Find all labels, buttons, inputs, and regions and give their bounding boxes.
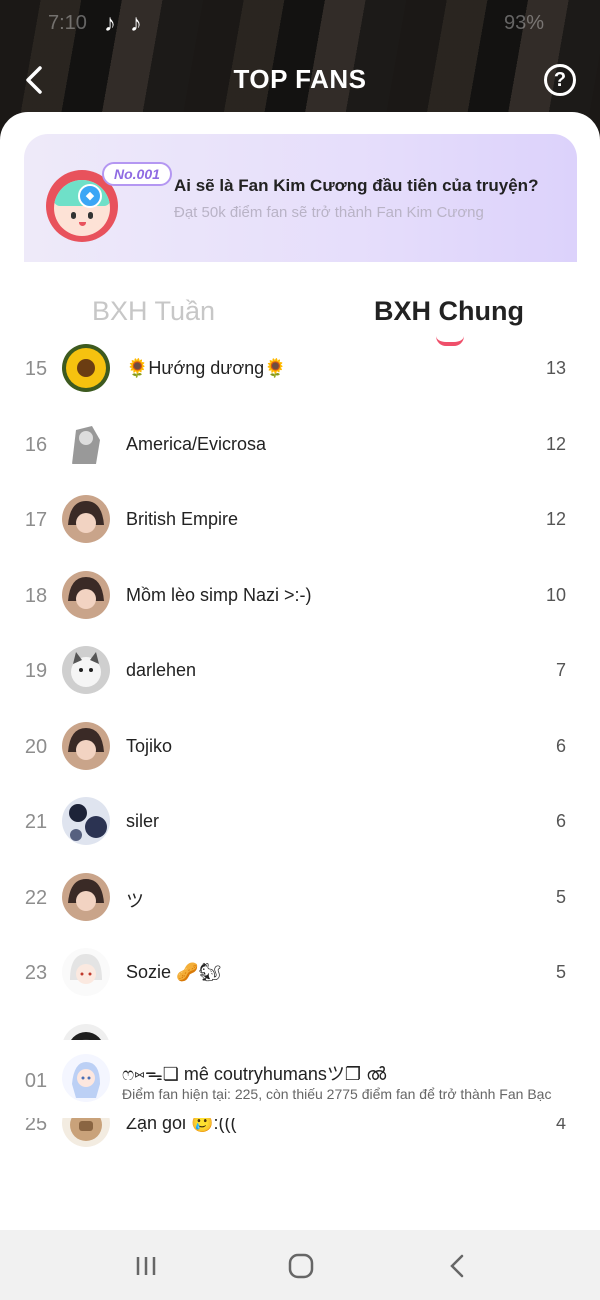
fan-avatar[interactable]	[62, 419, 110, 468]
fan-avatar[interactable]	[62, 344, 110, 392]
system-nav-bar	[0, 1230, 600, 1300]
fan-score: 6	[555, 811, 566, 831]
fan-row[interactable]: 18 Mồm lèo simp Nazi >:-) 10	[0, 557, 600, 632]
fan-rank: 18	[24, 584, 48, 607]
fan-name: 🌻Hướng dương🌻	[126, 358, 287, 378]
my-progress-text: Điểm fan hiện tại: 225, còn thiếu 2775 đ…	[122, 1086, 552, 1102]
battery-level: 93%	[503, 12, 544, 34]
fan-name: British Empire	[126, 509, 239, 529]
fan-avatar[interactable]	[62, 872, 110, 921]
fan-rank: 21	[24, 811, 48, 833]
fan-score: 5	[555, 962, 566, 982]
fan-score: 10	[545, 584, 566, 605]
fan-name: Mồm lèo simp Nazi >:-)	[126, 584, 312, 605]
fan-row[interactable]: 19 darlehen 7	[0, 632, 600, 707]
fan-name: Sozie 🥜🐿	[126, 962, 222, 982]
tiktok-icon: ♪	[104, 10, 116, 37]
fan-name: ツ	[126, 890, 144, 911]
fan-score: 12	[545, 433, 566, 454]
home-icon[interactable]	[286, 1252, 316, 1280]
fan-avatar[interactable]	[62, 721, 110, 770]
fan-row[interactable]: 17 British Empire 12	[0, 481, 600, 556]
fan-rank: 20	[24, 735, 48, 758]
fan-row[interactable]: 22 ツ 5	[0, 859, 600, 934]
fan-avatar[interactable]	[62, 948, 110, 996]
fan-row[interactable]: 16 America/Evicrosa 12	[0, 406, 600, 481]
my-rank-row: 01 ෆ⑅ᯓ❏ mê coutryhumansツ❐ ൽ Điểm fan hiệ…	[0, 1040, 600, 1118]
fan-row[interactable]: 15 🌻Hướng dương🌻 13	[0, 330, 600, 405]
my-avatar	[62, 1054, 110, 1102]
fan-rank: 23	[24, 962, 48, 984]
fan-score: 5	[555, 886, 566, 907]
fan-row[interactable]: 23 Sozie 🥜🐿 5	[0, 934, 600, 1009]
tab-general[interactable]: BXH Chung	[374, 296, 524, 327]
fan-name: siler	[126, 811, 160, 831]
fan-rank: 19	[24, 660, 48, 682]
fan-rank: 16	[24, 433, 48, 456]
tiktok-icon: ♪	[130, 10, 142, 37]
top-bar: TOP FANS ?	[0, 50, 600, 110]
page-title: TOP FANS	[233, 64, 367, 94]
fan-avatar[interactable]	[62, 570, 110, 619]
banner-subtitle: Đạt 50k điểm fan sẽ trở thành Fan Kim Cư…	[174, 204, 484, 221]
banner-title: Ai sẽ là Fan Kim Cương đầu tiên của truy…	[174, 176, 539, 195]
my-rank: 01	[24, 1070, 48, 1092]
back-nav-icon[interactable]	[443, 1252, 473, 1280]
fan-score: 13	[545, 358, 566, 378]
fan-avatar[interactable]	[62, 797, 110, 845]
fan-name: Tojiko	[126, 735, 173, 756]
diamond-fan-banner: ◆ No.001 Ai sẽ là Fan Kim Cương đầu tiên…	[24, 134, 577, 262]
my-name: ෆ⑅ᯓ❏ mê coutryhumansツ❐ ൽ	[122, 1064, 387, 1084]
fan-score: 12	[545, 509, 566, 529]
help-button[interactable]: ?	[544, 64, 576, 96]
fan-score: 7	[555, 660, 566, 680]
tab-weekly[interactable]: BXH Tuần	[92, 296, 215, 327]
fan-rank: 15	[24, 358, 48, 380]
fan-avatar[interactable]	[62, 495, 110, 543]
fan-row[interactable]: 20 Tojiko 6	[0, 708, 600, 783]
status-bar: 7:10 ♪ ♪ 93%	[0, 8, 600, 38]
status-time: 7:10	[48, 12, 87, 34]
fan-score: 6	[555, 735, 566, 756]
rank-badge: No.001	[102, 162, 172, 186]
fan-name: darlehen	[126, 660, 197, 680]
fan-rank: 17	[24, 509, 48, 531]
fan-rank: 22	[24, 886, 48, 909]
fan-row[interactable]: 21 siler 6	[0, 783, 600, 858]
diamond-icon: ◆	[78, 184, 102, 208]
fan-name: America/Evicrosa	[126, 433, 267, 454]
recent-apps-icon[interactable]	[131, 1252, 161, 1280]
fan-avatar[interactable]	[62, 646, 110, 694]
